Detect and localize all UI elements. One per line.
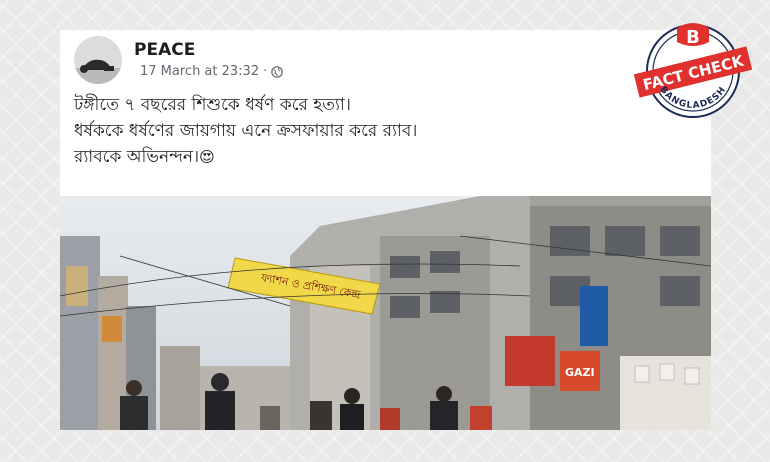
shop-sign-text: GAZI bbox=[565, 366, 595, 379]
street-scene-image: ফ্যাশন ও প্রশিক্ষণ কেন্দ্র GAZI bbox=[60, 196, 711, 430]
post-timestamp[interactable]: 17 March at 23:32 bbox=[140, 64, 259, 79]
post-text-line-1: টঙ্গীতে ৭ বছরের শিশুকে ধর্ষণ করে হত্যা। bbox=[74, 95, 351, 115]
post-text-line-3-text: র‍্যাবকে অভিনন্দন। bbox=[74, 147, 200, 167]
meta-separator: · bbox=[263, 64, 268, 79]
facebook-post-card: PEACE 17 March at 23:32 · টঙ্গীতে ৭ বছরে… bbox=[60, 30, 711, 430]
praying-figure-icon bbox=[74, 36, 122, 84]
post-text: টঙ্গীতে ৭ বছরের শিশুকে ধর্ষণ করে হত্যা। … bbox=[74, 92, 634, 170]
logo-letter: B bbox=[686, 27, 700, 48]
author-avatar[interactable] bbox=[74, 36, 122, 84]
author-name[interactable]: PEACE bbox=[134, 40, 195, 60]
fact-check-bangladesh-logo: B FACT CHECK BANGLADESH bbox=[633, 16, 755, 124]
post-photo[interactable]: ফ্যাশন ও প্রশিক্ষণ কেন্দ্র GAZI bbox=[60, 196, 711, 430]
globe-icon[interactable] bbox=[271, 65, 284, 78]
post-meta: 17 March at 23:32 · bbox=[140, 64, 284, 79]
heart-eyes-emoji-icon: 😍 bbox=[199, 148, 215, 166]
post-text-line-2: ধর্ষককে ধর্ষণের জায়গায় এনে ক্রসফায়ার … bbox=[74, 121, 418, 141]
post-text-line-3: র‍্যাবকে অভিনন্দন।😍 bbox=[74, 144, 634, 170]
post-header: PEACE 17 March at 23:32 · bbox=[74, 36, 674, 86]
